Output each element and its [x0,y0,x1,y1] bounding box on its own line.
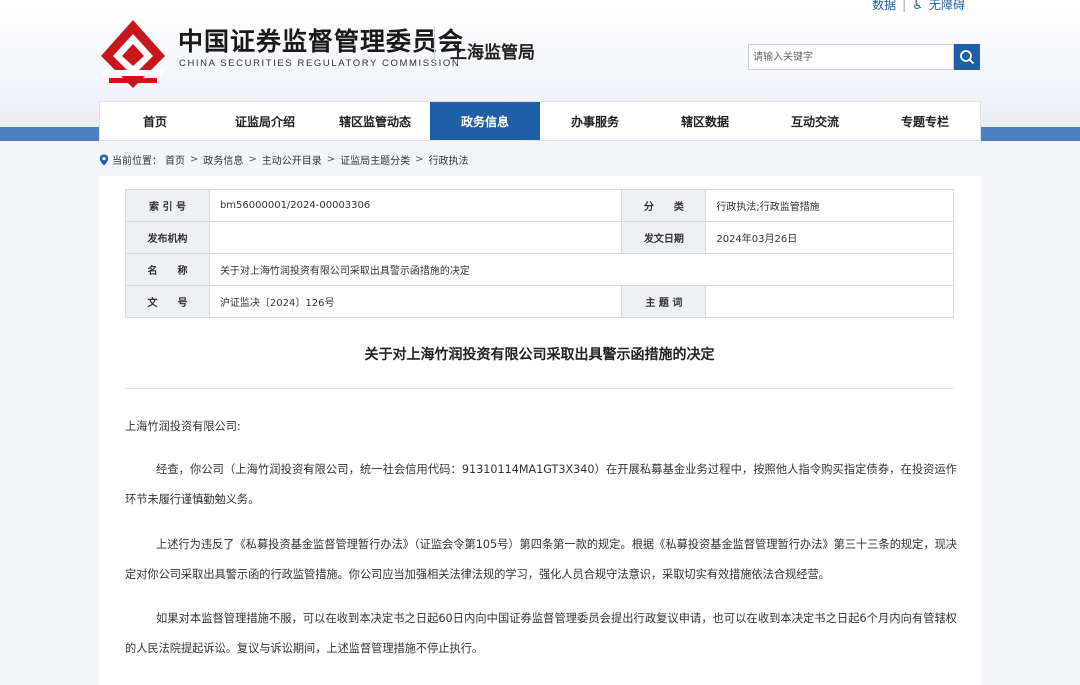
article-greeting: 上海竹润投资有限公司: [125,420,241,433]
docno-value: 沪证监决〔2024〕126号 [208,285,623,318]
nav-item-about[interactable]: 证监局介绍 [210,102,320,140]
accessibility-link[interactable]: 无障碍 [929,0,965,13]
docno-label: 文 号 [125,285,210,318]
topic-label: 主 题 词 [621,285,707,318]
topic-value [705,285,954,318]
utility-links: 数据 | ♿ 无障碍 [872,0,965,13]
breadcrumb-separator: > [415,154,424,165]
table-row: 文 号 沪证监决〔2024〕126号 主 题 词 [125,285,954,318]
index-label: 索 引 号 [125,189,210,222]
location-pin-icon [99,154,109,165]
breadcrumb-item-enforcement[interactable]: 行政执法 [429,152,469,167]
table-row: 发布机构 发文日期 2024年03月26日 [125,221,954,254]
util-divider: | [902,0,907,12]
table-row: 索 引 号 bm56000001/2024-00003306 分 类 行政执法;… [125,189,954,222]
title-divider [125,388,954,389]
main-nav: 首页 证监局介绍 辖区监管动态 政务信息 办事服务 辖区数据 互动交流 专题专栏 [99,101,981,141]
breadcrumb: 当前位置： 首页 > 政务信息 > 主动公开目录 > 证监局主题分类 > 行政执… [99,152,469,167]
document-meta-table: 索 引 号 bm56000001/2024-00003306 分 类 行政执法;… [125,189,955,318]
nav-item-government-info[interactable]: 政务信息 [430,102,540,140]
category-value: 行政执法;行政监管措施 [705,189,954,222]
nav-item-data[interactable]: 辖区数据 [650,102,760,140]
nav-item-topics[interactable]: 专题专栏 [870,102,980,140]
search-input[interactable] [748,44,954,70]
index-value: bm56000001/2024-00003306 [208,189,623,222]
category-label: 分 类 [621,189,707,222]
article-title: 关于对上海竹润投资有限公司采取出具警示函措施的决定 [364,347,715,363]
table-row: 名 称 关于对上海竹润投资有限公司采取出具警示函措施的决定 [125,253,955,286]
breadcrumb-separator: > [190,154,199,165]
csrc-logo [101,20,165,88]
nav-item-home[interactable]: 首页 [100,102,210,140]
publisher-value [208,221,623,254]
article-paragraph: 如果对本监督管理措施不服，可以在收到本决定书之日起60日内向中国证券监督管理委员… [125,612,957,655]
search-icon [960,50,975,65]
breadcrumb-item-home[interactable]: 首页 [165,152,185,167]
date-value: 2024年03月26日 [705,221,954,254]
org-name-cn: 中国证券监督管理委员会 [178,27,465,56]
nav-item-regulatory-news[interactable]: 辖区监管动态 [320,102,430,140]
breadcrumb-separator: > [326,154,336,165]
name-label: 名 称 [125,253,210,286]
article-paragraph: 上述行为违反了《私募投资基金监督管理暂行办法》（证监会令第105号）第四条第一款… [125,538,957,581]
header-divider [434,26,435,68]
name-value: 关于对上海竹润投资有限公司采取出具警示函措施的决定 [208,253,955,286]
publisher-label: 发布机构 [125,221,210,254]
bureau-name: 上海监管局 [450,43,535,63]
nav-item-services[interactable]: 办事服务 [540,102,650,140]
breadcrumb-item-catalog[interactable]: 主动公开目录 [262,152,322,167]
breadcrumb-separator: > [248,154,257,165]
breadcrumb-item-topic-class[interactable]: 证监局主题分类 [340,152,410,167]
org-name-en: CHINA SECURITIES REGULATORY COMMISSION [179,58,461,69]
breadcrumb-item-gov-info[interactable]: 政务信息 [203,152,243,167]
breadcrumb-prefix: 当前位置： [112,156,162,167]
accessibility-icon: ♿ [912,0,923,12]
data-link[interactable]: 数据 [872,0,896,13]
article-paragraph: 经查，你公司（上海竹润投资有限公司，统一社会信用代码：91310114MA1GT… [125,463,957,506]
search-button[interactable] [954,44,980,70]
nav-item-interaction[interactable]: 互动交流 [760,102,870,140]
date-label: 发文日期 [621,221,707,254]
